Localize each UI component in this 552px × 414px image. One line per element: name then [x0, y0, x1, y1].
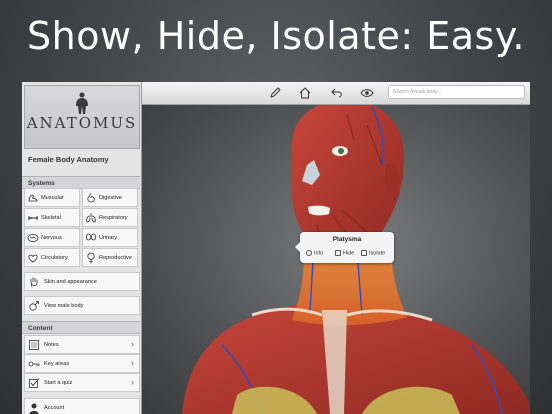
system-label: Urinary [99, 235, 118, 241]
logo: ANATOMUS [24, 85, 140, 149]
system-muscular[interactable]: Muscular [24, 188, 80, 207]
heart-icon [28, 254, 38, 263]
info-icon [306, 250, 312, 256]
system-label: Circulatory [41, 255, 68, 261]
content-label: Key areas [44, 361, 70, 367]
system-label: Digestive [99, 195, 123, 201]
search-input[interactable]: Search female body... [388, 85, 525, 99]
system-label: Respiratory [99, 215, 128, 221]
system-respiratory[interactable]: Respiratory [82, 208, 138, 227]
structure-popup: Platysma Info Hide Isolate [295, 232, 394, 263]
system-urinary[interactable]: Urinary [82, 228, 138, 247]
hide-label: Hide [343, 250, 355, 257]
account-label: Account [44, 405, 65, 411]
app-title: Female Body Anatomy [28, 155, 109, 164]
muscle-icon [28, 194, 38, 202]
bone-icon [28, 216, 38, 220]
view-male-body-item[interactable]: View male body [24, 296, 140, 315]
brain-icon [27, 234, 39, 242]
anatomy-viewport[interactable]: Platysma Info Hide Isolate [142, 105, 530, 414]
hand-icon [30, 277, 38, 288]
lungs-icon [86, 213, 96, 223]
undo-icon[interactable] [330, 86, 344, 100]
hide-icon [335, 250, 341, 256]
content-item-start-quiz[interactable]: Start a quiz › [24, 373, 140, 392]
content-item-notes[interactable]: Notes › [24, 335, 140, 354]
notes-icon [29, 340, 39, 350]
skin-appearance-item[interactable]: Skin and appearance [24, 272, 140, 291]
view-male-label: View male body [44, 303, 84, 309]
chevron-right-icon: › [131, 339, 134, 349]
headline: Show, Hide, Isolate: Easy. [27, 14, 525, 58]
isolate-label: Isolate [369, 250, 386, 257]
system-label: Reproductive [99, 255, 132, 261]
info-label: Info [314, 250, 324, 257]
chevron-right-icon: › [131, 358, 134, 368]
system-circulatory[interactable]: Circulatory [24, 248, 80, 267]
popup-arrow [295, 242, 300, 252]
system-reproductive[interactable]: Reproductive [82, 248, 138, 267]
logo-text: ANATOMUS [26, 114, 138, 132]
checkbox-icon [29, 378, 40, 388]
home-icon[interactable] [298, 86, 312, 100]
search-placeholder: Search female body... [393, 89, 442, 95]
female-symbol-icon [87, 252, 95, 264]
system-label: Nervous [41, 235, 62, 241]
content-item-key-areas[interactable]: Key areas › [24, 354, 140, 373]
isolate-icon [361, 250, 367, 256]
body-figure-icon [76, 92, 88, 114]
content-header: Content [22, 321, 140, 334]
system-skeletal[interactable]: Skeletal [24, 208, 80, 227]
pencil-icon[interactable] [268, 86, 282, 100]
system-nervous[interactable]: Nervous [24, 228, 80, 247]
key-icon [28, 361, 40, 367]
content-label: Start a quiz [44, 380, 73, 386]
kidneys-icon [85, 233, 97, 241]
info-button[interactable]: Info [306, 250, 323, 256]
system-label: Skeletal [41, 215, 61, 221]
isolate-button[interactable]: Isolate [361, 250, 385, 256]
account-item[interactable]: Account [24, 398, 140, 414]
eye-icon[interactable] [360, 86, 374, 100]
user-icon [29, 403, 39, 414]
system-label: Muscular [41, 195, 64, 201]
skin-label: Skin and appearance [44, 279, 97, 285]
sidebar: ANATOMUS Female Body Anatomy Systems Mus… [22, 82, 142, 414]
chevron-right-icon: › [131, 377, 134, 387]
ipad-screen: ANATOMUS Female Body Anatomy Systems Mus… [22, 82, 530, 414]
system-digestive[interactable]: Digestive [82, 188, 138, 207]
toolbar: Search female body... [142, 82, 530, 105]
male-symbol-icon [29, 301, 39, 311]
hide-button[interactable]: Hide [335, 250, 354, 256]
popup-title: Platysma [332, 236, 362, 243]
stomach-icon [87, 193, 95, 203]
content-label: Notes [44, 342, 59, 348]
